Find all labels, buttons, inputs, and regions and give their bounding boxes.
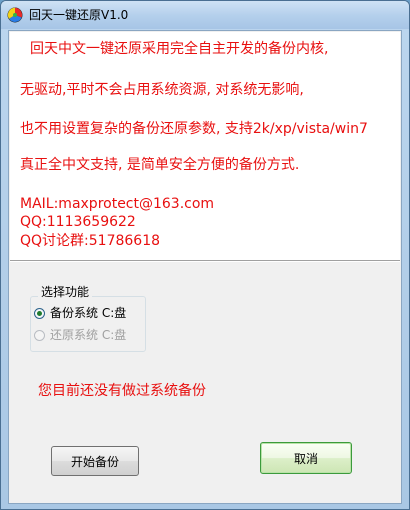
status-message: 您目前还没有做过系统备份	[38, 383, 206, 399]
radio-backup-system[interactable]: 备份系统 C:盘	[34, 305, 126, 321]
info-panel: 回天中文一键还原采用完全自主开发的备份内核, 无驱动,平时不会占用系统资源, 对…	[10, 32, 400, 260]
dialog-client: 回天中文一键还原采用完全自主开发的备份内核, 无驱动,平时不会占用系统资源, 对…	[8, 30, 402, 504]
start-backup-button[interactable]: 开始备份	[51, 446, 139, 476]
radio-restore-label: 还原系统 C:盘	[50, 328, 127, 342]
contact-qq-group: QQ讨论群:51786618	[20, 233, 161, 249]
contact-email: MAIL:maxprotect@163.com	[20, 196, 215, 212]
info-line: 真正全中文支持, 是简单安全方便的备份方式.	[20, 157, 300, 173]
cancel-button[interactable]: 取消	[260, 442, 352, 474]
divider-highlight	[10, 261, 400, 262]
radio-restore-system: 还原系统 C:盘	[34, 327, 126, 343]
window-title: 回天一键还原V1.0	[29, 8, 129, 22]
info-line: 无驱动,平时不会占用系统资源, 对系统无影响,	[20, 82, 304, 98]
app-icon	[7, 7, 23, 23]
radio-backup-label: 备份系统 C:盘	[50, 306, 127, 320]
info-line: 回天中文一键还原采用完全自主开发的备份内核,	[30, 41, 329, 57]
title-bar[interactable]: 回天一键还原V1.0	[1, 1, 409, 29]
radio-unchecked-icon	[34, 329, 45, 341]
function-group-legend: 选择功能	[38, 285, 93, 299]
app-window: 回天一键还原V1.0 回天中文一键还原采用完全自主开发的备份内核, 无驱动,平时…	[0, 0, 410, 510]
info-line: 也不用设置复杂的备份还原参数, 支持2k/xp/vista/win7	[20, 121, 368, 137]
radio-checked-icon[interactable]	[34, 307, 45, 319]
contact-qq: QQ:1113659622	[20, 214, 136, 230]
